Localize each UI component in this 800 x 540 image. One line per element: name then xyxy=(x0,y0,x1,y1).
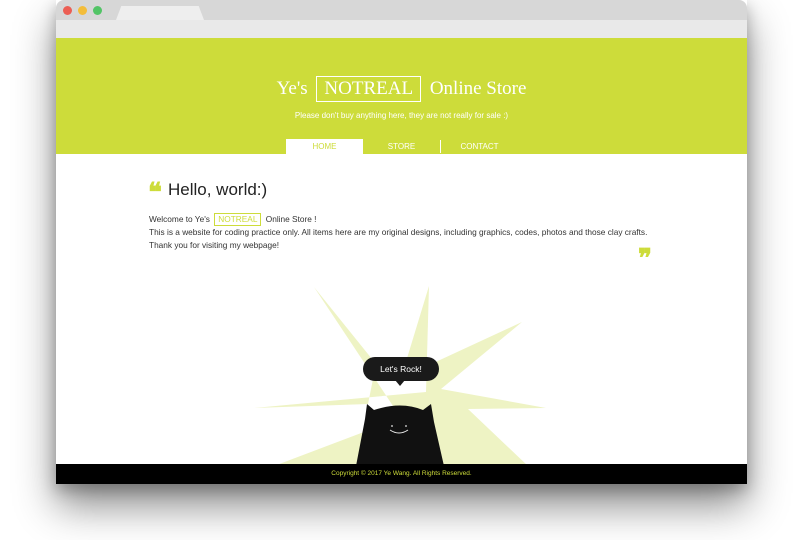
close-quote-icon: ❞ xyxy=(638,244,652,273)
minimize-window-icon[interactable] xyxy=(78,6,87,15)
main-content: ❝ Hello, world:) Welcome to Ye's NOTREAL… xyxy=(56,154,747,464)
title-suffix: Online Store xyxy=(429,78,527,99)
site-footer: Copyright © 2017 Ye Wang. All Rights Res… xyxy=(56,464,747,484)
browser-tab[interactable] xyxy=(116,6,204,20)
site-title: Ye's NOTREAL Online Store xyxy=(56,76,747,102)
speech-bubble-tail xyxy=(395,380,405,386)
open-quote-icon: ❝ xyxy=(148,178,162,207)
site-tagline: Please don't buy anything here, they are… xyxy=(294,111,509,120)
title-prefix: Ye's xyxy=(276,78,308,99)
cat-eye-left xyxy=(391,425,393,427)
site-header: Ye's NOTREAL Online Store Please don't b… xyxy=(56,38,747,154)
address-bar-strip xyxy=(56,20,747,38)
welcome-prefix: Welcome to Ye's xyxy=(149,214,210,224)
welcome-boxed-word: NOTREAL xyxy=(214,213,262,226)
welcome-text: Welcome to Ye's NOTREAL Online Store ! T… xyxy=(149,213,669,252)
nav-store[interactable]: STORE xyxy=(363,139,440,154)
cat-silhouette xyxy=(356,404,444,464)
nav-home[interactable]: HOME xyxy=(286,139,363,154)
main-nav: HOME STORE CONTACT xyxy=(286,139,518,154)
nav-contact[interactable]: CONTACT xyxy=(441,139,518,154)
intro-paragraph: This is a website for coding practice on… xyxy=(149,227,648,250)
browser-chrome xyxy=(56,0,747,38)
close-window-icon[interactable] xyxy=(63,6,72,15)
greeting-heading: Hello, world:) xyxy=(168,180,268,199)
maximize-window-icon[interactable] xyxy=(93,6,102,15)
cat-eye-right xyxy=(405,425,407,427)
page-viewport: Ye's NOTREAL Online Store Please don't b… xyxy=(56,38,747,484)
speech-bubble: Let's Rock! xyxy=(363,357,439,381)
welcome-suffix: Online Store ! xyxy=(265,214,317,224)
title-boxed-word: NOTREAL xyxy=(316,76,422,102)
